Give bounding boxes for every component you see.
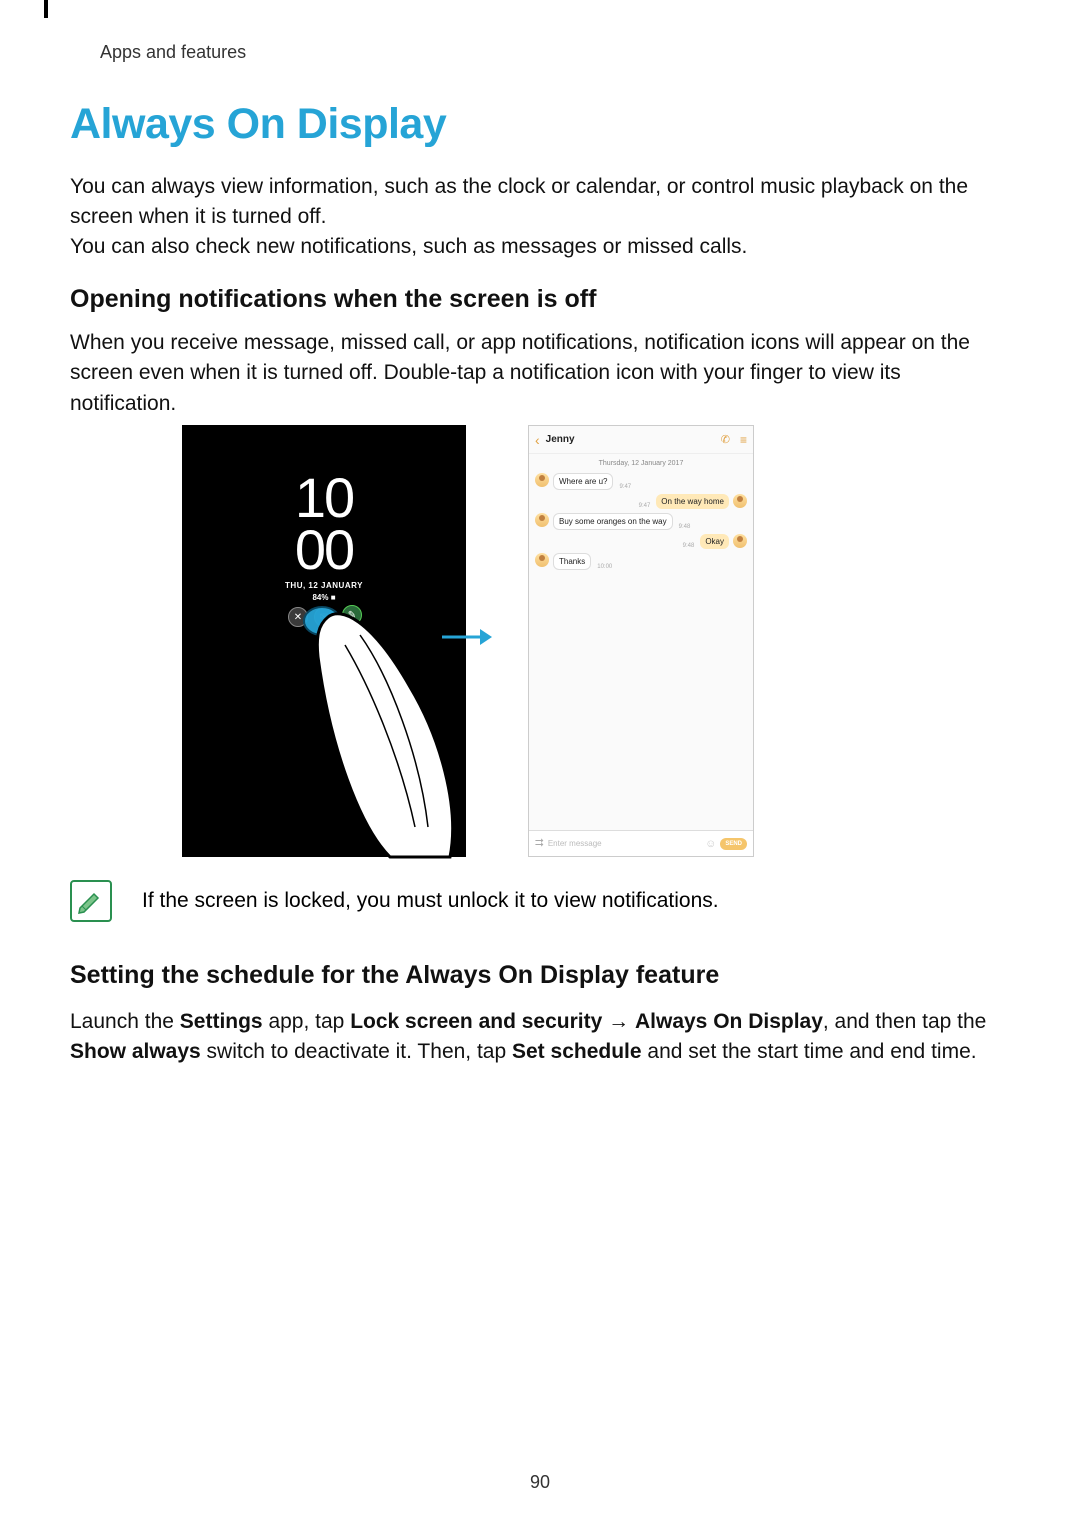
page-number: 90 — [0, 1472, 1080, 1493]
message-bubble-in: Thanks — [553, 553, 591, 570]
message-bubble-in: Buy some oranges on the way — [553, 513, 673, 530]
text-span: Launch the — [70, 1010, 180, 1033]
message-input-placeholder: Enter message — [548, 839, 701, 848]
note-text: If the screen is locked, you must unlock… — [142, 889, 719, 913]
aod-notification-icons: ✕ ✉ ✎ — [182, 607, 466, 627]
messages-app-screen: ‹ Jenny ✆ ≡ Thursday, 12 January 2017 Wh… — [528, 425, 754, 857]
bold-setschedule: Set schedule — [512, 1040, 642, 1063]
intro-paragraph-2: You can also check new notifications, su… — [70, 232, 1010, 262]
illustration-figure: 10 00 THU, 12 JANUARY 84% ■ ✕ ✉ ✎ ‹ Jenn… — [182, 425, 902, 857]
text-span: switch to deactivate it. Then, tap — [201, 1040, 512, 1063]
page-title: Always On Display — [70, 100, 446, 149]
conversation-date: Thursday, 12 January 2017 — [529, 454, 753, 471]
bold-settings: Settings — [180, 1010, 263, 1033]
aod-screen: 10 00 THU, 12 JANUARY 84% ■ ✕ ✉ ✎ — [182, 425, 466, 857]
message-time: 9:47 — [619, 484, 631, 490]
message-time: 9:47 — [639, 503, 651, 509]
contact-avatar — [535, 473, 549, 487]
pencil-icon: ✎ — [342, 605, 362, 625]
breadcrumb: Apps and features — [100, 42, 246, 63]
message-in-row: Where are u? 9:47 — [529, 471, 753, 492]
aod-hours: 10 — [182, 473, 466, 523]
text-span: → — [602, 1010, 635, 1033]
contact-avatar — [535, 553, 549, 567]
call-icon: ✆ — [721, 433, 730, 446]
note-pencil-icon — [70, 880, 112, 922]
attach-icon: ⮆ — [535, 837, 544, 850]
message-in-row: Buy some oranges on the way 9:48 — [529, 511, 753, 532]
messages-header: ‹ Jenny ✆ ≡ — [529, 426, 753, 454]
section-heading-opening: Opening notifications when the screen is… — [70, 285, 596, 314]
section-paragraph-schedule: Launch the Settings app, tap Lock screen… — [70, 1007, 1010, 1068]
aod-date: THU, 12 JANUARY — [182, 581, 466, 590]
message-input-bar: ⮆ Enter message ☺ SEND — [529, 830, 753, 856]
message-in-row: Thanks 10:00 — [529, 551, 753, 572]
section-heading-schedule: Setting the schedule for the Always On D… — [70, 961, 719, 990]
message-icon: ✉ — [314, 607, 334, 627]
text-span: and set the start time and end time. — [642, 1040, 977, 1063]
message-bubble-out: Okay — [700, 534, 729, 549]
message-time: 10:00 — [597, 564, 612, 570]
text-span: , and then tap the — [823, 1010, 986, 1033]
menu-icon: ≡ — [740, 433, 747, 447]
bold-alwayson: Always On Display — [635, 1010, 823, 1033]
note-callout: If the screen is locked, you must unlock… — [70, 880, 719, 922]
bold-showalways: Show always — [70, 1040, 201, 1063]
back-icon: ‹ — [535, 432, 540, 448]
self-avatar — [733, 534, 747, 548]
message-bubble-out: On the way home — [656, 494, 729, 509]
message-time: 9:48 — [679, 524, 691, 530]
self-avatar — [733, 494, 747, 508]
bold-lockscreen: Lock screen and security — [350, 1010, 602, 1033]
aod-battery: 84% ■ — [182, 593, 466, 602]
message-bubble-in: Where are u? — [553, 473, 613, 490]
aod-minutes: 00 — [182, 525, 466, 575]
message-time: 9:48 — [683, 543, 695, 549]
send-button: SEND — [720, 838, 747, 850]
text-span: app, tap — [263, 1010, 351, 1033]
message-out-row: 9:48 Okay — [529, 532, 753, 551]
section-paragraph-opening: When you receive message, missed call, o… — [70, 328, 1010, 419]
arrow-right-icon — [440, 625, 492, 649]
emoji-icon: ☺ — [705, 838, 716, 850]
contact-name: Jenny — [546, 434, 715, 445]
contact-avatar — [535, 513, 549, 527]
page-crop-mark — [44, 0, 48, 18]
missed-call-icon: ✕ — [288, 607, 308, 627]
message-out-row: 9:47 On the way home — [529, 492, 753, 511]
intro-paragraph-1: You can always view information, such as… — [70, 172, 1010, 233]
